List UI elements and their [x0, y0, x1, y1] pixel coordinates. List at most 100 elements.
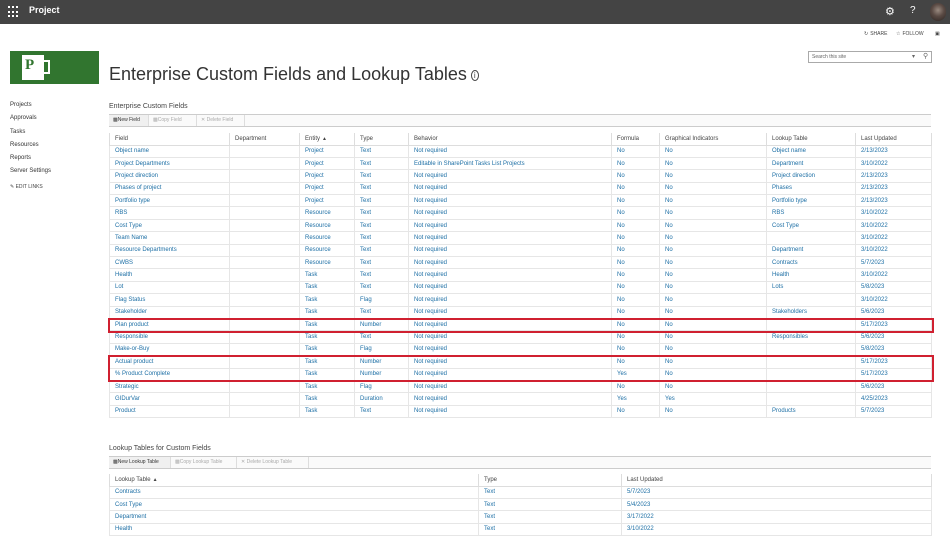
- table-cell[interactable]: Cost Type: [109, 497, 479, 512]
- col-behavior[interactable]: Behavior: [408, 133, 612, 146]
- new-field-button[interactable]: ▩New Field: [109, 115, 149, 126]
- table-row[interactable]: Cost Type Text 5/4/2023: [109, 497, 932, 512]
- col-formula[interactable]: Formula: [611, 133, 660, 146]
- chevron-down-icon[interactable]: ▾: [912, 53, 915, 60]
- table-cell: [766, 342, 856, 357]
- table-cell: 2/13/2023: [855, 194, 932, 208]
- table-cell[interactable]: RBS: [109, 206, 230, 220]
- edit-links-button[interactable]: ✎ EDIT LINKS: [10, 184, 100, 190]
- table-cell[interactable]: Project Departments: [109, 156, 230, 171]
- table-cell: Flag: [354, 293, 409, 307]
- col-lookup-type[interactable]: Type: [478, 474, 622, 487]
- table-row[interactable]: Cost Type Resource Text Not required No No Cos…: [109, 218, 932, 233]
- table-cell[interactable]: Object name: [109, 144, 230, 158]
- follow-label: FOLLOW: [902, 31, 924, 37]
- table-cell: 3/17/2022: [621, 510, 932, 524]
- table-row[interactable]: CWBS Resource Text Not required No No Contract…: [109, 255, 932, 270]
- nav-item-resources[interactable]: Resources: [10, 139, 100, 152]
- col-graphical-indicators[interactable]: Graphical Indicators: [659, 133, 767, 146]
- table-cell[interactable]: Lot: [109, 280, 230, 295]
- nav-item-approvals[interactable]: Approvals: [10, 112, 100, 125]
- table-row[interactable]: Project Departments Project Text Editable i…: [109, 156, 932, 171]
- table-cell[interactable]: Make-or-Buy: [109, 342, 230, 357]
- table-row[interactable]: Contracts Text 5/7/2023: [109, 485, 932, 499]
- table-row[interactable]: Flag Status Task Flag Not required No No 3/10/…: [109, 293, 932, 307]
- project-logo[interactable]: P: [10, 51, 99, 84]
- table-cell[interactable]: Contracts: [109, 485, 479, 499]
- table-row[interactable]: Lot Task Text Not required No No Lots 5/8/2023: [109, 280, 932, 295]
- ecf-header-row: Field Department Entity ▲ Type Behavior F…: [109, 133, 932, 146]
- table-cell[interactable]: Responsible: [109, 330, 230, 344]
- info-icon[interactable]: i: [470, 69, 479, 81]
- focus-icon[interactable]: ▣: [935, 31, 940, 37]
- delete-field-button[interactable]: ✕ Delete Field: [197, 115, 245, 126]
- table-cell[interactable]: Actual product: [109, 355, 230, 369]
- table-row[interactable]: Phases of project Project Text Not required…: [109, 181, 932, 196]
- table-cell[interactable]: Plan product: [109, 317, 230, 332]
- col-lookup-table[interactable]: Lookup Table: [766, 133, 856, 146]
- table-cell[interactable]: Team Name: [109, 231, 230, 245]
- new-lookup-table-button[interactable]: ▩New Lookup Table: [109, 457, 171, 468]
- table-row[interactable]: Responsible Task Text Not required No No Respo…: [109, 330, 932, 344]
- col-entity[interactable]: Entity ▲: [299, 133, 355, 146]
- table-row[interactable]: Stakeholder Task Text Not required No No Stake…: [109, 305, 932, 319]
- table-cell: Not required: [408, 243, 612, 258]
- table-row[interactable]: % Product Complete Task Number Not required…: [109, 367, 932, 381]
- app-name[interactable]: Project: [29, 5, 60, 15]
- follow-button[interactable]: ☆ FOLLOW: [894, 31, 924, 37]
- table-row[interactable]: Department Text 3/17/2022: [109, 510, 932, 524]
- table-cell: No: [659, 293, 767, 307]
- table-cell: Number: [354, 317, 409, 332]
- table-cell[interactable]: Phases of project: [109, 181, 230, 196]
- table-cell[interactable]: Project direction: [109, 169, 230, 183]
- table-row[interactable]: RBS Resource Text Not required No No RBS 3/10/2…: [109, 206, 932, 220]
- table-cell: Not required: [408, 404, 612, 419]
- gear-icon[interactable]: ⚙: [885, 5, 895, 18]
- table-cell[interactable]: Stakeholder: [109, 305, 230, 319]
- table-row[interactable]: Object name Project Text Not required No No Ob…: [109, 144, 932, 158]
- table-cell[interactable]: Resource Departments: [109, 243, 230, 258]
- table-cell[interactable]: Strategic: [109, 379, 230, 394]
- table-cell[interactable]: Cost Type: [109, 218, 230, 233]
- table-row[interactable]: Product Task Text Not required No No Products 5…: [109, 404, 932, 419]
- table-row[interactable]: Team Name Resource Text Not required No No 3/1…: [109, 231, 932, 245]
- help-icon[interactable]: ?: [910, 5, 916, 16]
- table-row[interactable]: Project direction Project Text Not required…: [109, 169, 932, 183]
- table-cell[interactable]: GIDurVar: [109, 392, 230, 406]
- nav-item-reports[interactable]: Reports: [10, 152, 100, 165]
- share-button[interactable]: ↻ SHARE: [862, 31, 887, 37]
- table-cell[interactable]: Portfolio type: [109, 194, 230, 208]
- table-cell[interactable]: % Product Complete: [109, 367, 230, 381]
- table-row[interactable]: GIDurVar Task Duration Not required Yes Yes 4/…: [109, 392, 932, 406]
- nav-item-projects[interactable]: Projects: [10, 99, 100, 112]
- table-cell[interactable]: Product: [109, 404, 230, 419]
- left-navigation: Projects Approvals Tasks Resources Repor…: [10, 99, 100, 190]
- app-launcher-icon[interactable]: [6, 5, 20, 19]
- nav-item-server-settings[interactable]: Server Settings: [10, 165, 100, 178]
- table-row[interactable]: Strategic Task Flag Not required No No 5/6/202…: [109, 379, 932, 394]
- col-department[interactable]: Department: [229, 133, 300, 146]
- copy-field-button[interactable]: ▩Copy Field: [149, 115, 197, 126]
- col-type[interactable]: Type: [354, 133, 409, 146]
- col-lookup-last-updated[interactable]: Last Updated: [621, 474, 932, 487]
- search-icon[interactable]: ⚲: [923, 52, 928, 60]
- nav-item-tasks[interactable]: Tasks: [10, 126, 100, 139]
- copy-lookup-table-button[interactable]: ▩Copy Lookup Table: [171, 457, 237, 468]
- table-cell[interactable]: Health: [109, 268, 230, 282]
- table-cell[interactable]: Department: [109, 510, 479, 524]
- col-last-updated[interactable]: Last Updated: [855, 133, 932, 146]
- table-cell[interactable]: Flag Status: [109, 293, 230, 307]
- avatar[interactable]: [930, 3, 946, 21]
- table-row[interactable]: Plan product Task Number Not required No No 5/…: [109, 317, 932, 332]
- table-row[interactable]: Actual product Task Number Not required No No…: [109, 355, 932, 369]
- table-cell: Text: [478, 510, 622, 524]
- col-lookup-name[interactable]: Lookup Table ▲: [109, 474, 479, 487]
- table-row[interactable]: Health Task Text Not required No No Health 3/10…: [109, 268, 932, 282]
- col-field[interactable]: Field: [109, 133, 230, 146]
- table-row[interactable]: Portfolio type Project Text Not required No N…: [109, 194, 932, 208]
- table-cell[interactable]: CWBS: [109, 255, 230, 270]
- search-input[interactable]: Search this site ▾ ⚲: [808, 51, 932, 63]
- delete-lookup-table-button[interactable]: ✕ Delete Lookup Table: [237, 457, 309, 468]
- table-row[interactable]: Resource Departments Resource Text Not requ…: [109, 243, 932, 258]
- table-row[interactable]: Make-or-Buy Task Flag Not required No No 5/8/2…: [109, 342, 932, 357]
